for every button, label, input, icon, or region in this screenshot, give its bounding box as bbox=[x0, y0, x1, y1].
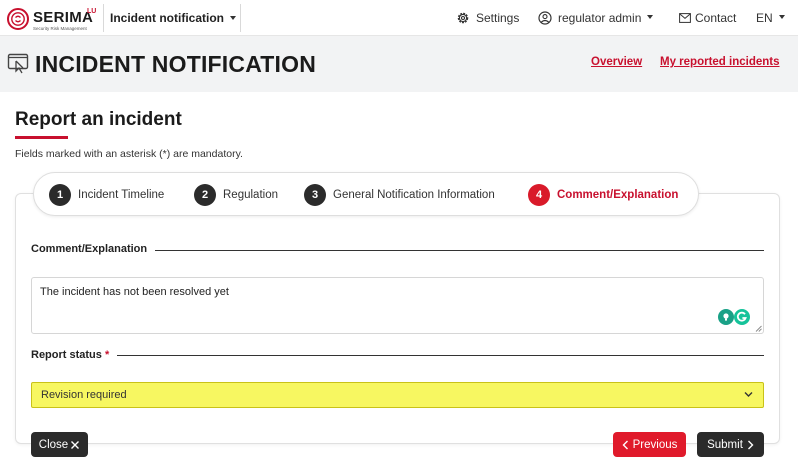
topbar-divider bbox=[240, 4, 241, 32]
report-status-value: Revision required bbox=[41, 389, 127, 401]
mandatory-note: Fields marked with an asterisk (*) are m… bbox=[15, 148, 243, 160]
chevron-right-icon bbox=[747, 440, 754, 449]
chevron-down-icon bbox=[744, 392, 753, 397]
submit-button-label: Submit bbox=[707, 438, 743, 451]
grammarly-icon[interactable] bbox=[734, 309, 750, 325]
caret-down-icon bbox=[230, 15, 236, 20]
incident-report-icon bbox=[7, 53, 29, 74]
grammarly-suggestion-icon[interactable] bbox=[718, 309, 734, 325]
top-navigation-bar: SERIMA LU Security Risk Management Incid… bbox=[0, 0, 798, 36]
serima-logo-icon bbox=[7, 8, 29, 30]
settings-link[interactable]: Settings bbox=[456, 11, 519, 25]
settings-label: Settings bbox=[476, 11, 520, 25]
serima-logo[interactable]: SERIMA LU Security Risk Management bbox=[7, 7, 102, 33]
app-switcher-dropdown[interactable]: Incident notification bbox=[110, 11, 236, 25]
brand-tagline: Security Risk Management bbox=[33, 26, 87, 31]
required-asterisk: * bbox=[104, 349, 110, 361]
fieldset-rule bbox=[31, 355, 764, 356]
envelope-icon bbox=[679, 13, 691, 23]
brand-suffix: LU bbox=[87, 8, 97, 15]
step-label: General Notification Information bbox=[333, 189, 495, 201]
caret-down-icon bbox=[778, 15, 785, 19]
my-reported-incidents-link[interactable]: My reported incidents bbox=[660, 56, 780, 68]
page-title: INCIDENT NOTIFICATION bbox=[35, 51, 317, 77]
section-title: Report an incident bbox=[15, 109, 182, 130]
overview-link[interactable]: Overview bbox=[591, 56, 642, 68]
page-header: INCIDENT NOTIFICATION Overview My report… bbox=[0, 36, 798, 92]
grammarly-g-icon bbox=[736, 311, 747, 322]
user-name-label: regulator admin bbox=[558, 11, 642, 25]
chevron-left-icon bbox=[622, 440, 628, 449]
previous-button[interactable]: Previous bbox=[613, 432, 686, 457]
wizard-stepper: 1 Incident Timeline 2 Regulation 3 Gener… bbox=[33, 172, 699, 216]
lightbulb-icon bbox=[723, 313, 729, 321]
close-button-label: Close bbox=[38, 438, 69, 451]
report-status-legend: Report status * bbox=[31, 349, 118, 361]
step-label: Incident Timeline bbox=[78, 189, 165, 201]
step-number: 1 bbox=[49, 184, 71, 206]
close-icon bbox=[71, 440, 80, 449]
contact-link[interactable]: Contact bbox=[679, 11, 736, 25]
previous-button-label: Previous bbox=[632, 438, 678, 451]
user-menu-dropdown[interactable]: regulator admin bbox=[538, 11, 654, 25]
comment-legend: Comment/Explanation bbox=[31, 243, 156, 255]
app-switcher-label: Incident notification bbox=[110, 11, 224, 25]
step-number: 2 bbox=[194, 184, 216, 206]
step-comment-explanation[interactable]: 4 Comment/Explanation bbox=[528, 184, 678, 206]
caret-down-icon bbox=[647, 15, 654, 19]
step-number: 4 bbox=[528, 184, 550, 206]
step-label: Regulation bbox=[223, 189, 278, 201]
topbar-divider bbox=[103, 4, 104, 32]
language-label: EN bbox=[756, 11, 773, 25]
step-regulation[interactable]: 2 Regulation bbox=[194, 184, 278, 206]
step-general-notification-information[interactable]: 3 General Notification Information bbox=[304, 184, 495, 206]
step-incident-timeline[interactable]: 1 Incident Timeline bbox=[49, 184, 164, 206]
step-number: 3 bbox=[304, 184, 326, 206]
submit-button[interactable]: Submit bbox=[697, 432, 764, 457]
step-label: Comment/Explanation bbox=[557, 189, 679, 201]
brand-name: SERIMA bbox=[33, 9, 94, 26]
gear-icon bbox=[457, 12, 469, 24]
close-button[interactable]: Close bbox=[31, 432, 88, 457]
language-dropdown[interactable]: EN bbox=[756, 11, 785, 25]
user-circle-icon bbox=[538, 11, 552, 25]
title-underline bbox=[15, 136, 68, 139]
comment-textarea[interactable]: The incident has not been resolved yet bbox=[31, 277, 764, 334]
report-status-select[interactable]: Revision required bbox=[31, 382, 764, 408]
contact-label: Contact bbox=[695, 11, 737, 25]
resize-grip-icon[interactable] bbox=[755, 325, 762, 332]
report-status-label: Report status bbox=[31, 349, 102, 361]
